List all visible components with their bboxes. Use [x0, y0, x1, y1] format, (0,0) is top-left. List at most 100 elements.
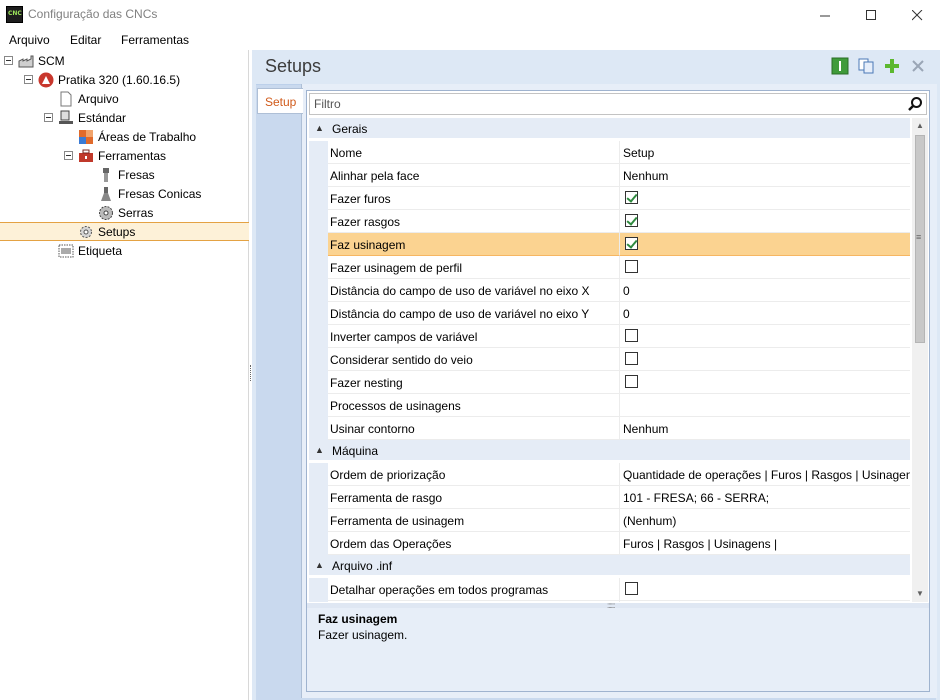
scroll-down-icon[interactable]: ▼: [912, 586, 928, 602]
filter-input[interactable]: [310, 94, 900, 114]
tree-item-areas-de-trabalho[interactable]: Áreas de Trabalho: [0, 127, 249, 146]
category-label: Máquina: [332, 444, 379, 458]
description-panel: Faz usinagem Fazer usinagem.: [307, 608, 929, 691]
checkbox-checked[interactable]: [625, 237, 638, 250]
property-row[interactable]: Processos de usinagens: [309, 394, 910, 417]
checkbox-unchecked[interactable]: [625, 260, 638, 273]
property-value[interactable]: 101 - FRESA; 66 - SERRA;: [620, 486, 910, 509]
property-row[interactable]: Distância do campo de uso de variável no…: [309, 302, 910, 325]
row-gutter: [309, 325, 328, 348]
property-value[interactable]: [620, 325, 910, 348]
property-row[interactable]: Ordem das Operações Furos | Rasgos | Usin…: [309, 532, 910, 555]
property-row[interactable]: Distância do campo de uso de variável no…: [309, 279, 910, 302]
row-gutter: [309, 210, 328, 233]
collapse-arrow-icon[interactable]: ▲: [315, 560, 325, 570]
property-value[interactable]: Nenhum: [620, 417, 910, 440]
menu-bar: Arquivo Editar Ferramentas: [0, 30, 940, 50]
collapse-arrow-icon[interactable]: ▲: [315, 445, 325, 455]
property-value[interactable]: [620, 578, 910, 601]
menu-ferramentas[interactable]: Ferramentas: [121, 33, 189, 47]
property-value[interactable]: [620, 348, 910, 371]
minimize-icon: [819, 15, 830, 16]
tree-item-arquivo[interactable]: Arquivo: [0, 89, 249, 108]
collapse-toggle[interactable]: [24, 75, 33, 84]
property-value[interactable]: [620, 601, 910, 602]
property-value[interactable]: [620, 233, 910, 256]
tab-setup[interactable]: Setup: [257, 88, 303, 114]
splitter-grip[interactable]: [250, 365, 251, 381]
category-label: Arquivo .inf: [332, 559, 393, 573]
property-row[interactable]: Usinar contorno Nenhum: [309, 417, 910, 440]
property-value[interactable]: [620, 187, 910, 210]
tree-item-fresas-conicas[interactable]: Fresas Conicas: [0, 184, 249, 203]
property-row[interactable]: Detalhar operações em todos programas: [309, 578, 910, 601]
property-value[interactable]: 0: [620, 302, 910, 325]
property-row[interactable]: Faz usinagem: [309, 233, 910, 256]
row-gutter: [309, 141, 328, 164]
property-value[interactable]: Nenhum: [620, 164, 910, 187]
property-row[interactable]: Fazer usinagem de perfil: [309, 256, 910, 279]
property-value[interactable]: [620, 256, 910, 279]
property-row[interactable]: Fazer furos: [309, 187, 910, 210]
scroll-up-icon[interactable]: ▲: [912, 118, 928, 134]
property-value[interactable]: 0: [620, 279, 910, 302]
tree-item-etiqueta[interactable]: Etiqueta: [0, 241, 249, 260]
search-icon[interactable]: [907, 96, 923, 112]
property-name: Fazer nesting: [328, 371, 620, 394]
property-row[interactable]: Nome Setup: [309, 141, 910, 164]
tree-item-setups[interactable]: Setups: [0, 222, 249, 241]
collapse-toggle[interactable]: [44, 113, 53, 122]
property-row[interactable]: Inverter campos de variável: [309, 325, 910, 348]
tree-item-estandar[interactable]: Estándar: [0, 108, 249, 127]
category-header[interactable]: ▲ Gerais: [309, 118, 910, 139]
tree-item-fresas[interactable]: Fresas: [0, 165, 249, 184]
category-header[interactable]: ▲ Máquina: [309, 440, 910, 461]
property-row[interactable]: Ferramenta de usinagem (Nenhum): [309, 509, 910, 532]
row-gutter: [309, 371, 328, 394]
checkbox-checked[interactable]: [625, 214, 638, 227]
tree-item-pratika[interactable]: Pratika 320 (1.60.16.5): [0, 70, 249, 89]
checkbox-unchecked[interactable]: [625, 352, 638, 365]
property-name: Detalhar operações em todos programas: [328, 578, 620, 601]
checkbox-unchecked[interactable]: [625, 329, 638, 342]
property-row[interactable]: Considerar sentido do veio: [309, 348, 910, 371]
property-row[interactable]: Ordem de priorização Quantidade de operaç…: [309, 463, 910, 486]
scroll-thumb[interactable]: [915, 135, 925, 343]
copy-icon[interactable]: [857, 57, 875, 75]
collapse-toggle[interactable]: [4, 56, 13, 65]
collapse-arrow-icon[interactable]: ▲: [315, 123, 325, 133]
property-row[interactable]: Fazer nesting: [309, 371, 910, 394]
property-value[interactable]: Furos | Rasgos | Usinagens |: [620, 532, 910, 555]
tree-item-serras[interactable]: Serras: [0, 203, 249, 222]
delete-icon[interactable]: [909, 57, 927, 75]
property-value[interactable]: [620, 394, 910, 417]
property-value[interactable]: (Nenhum): [620, 509, 910, 532]
add-icon[interactable]: [883, 57, 901, 75]
row-gutter: [309, 233, 328, 256]
collapse-toggle[interactable]: [64, 151, 73, 160]
checkbox-unchecked[interactable]: [625, 582, 638, 595]
property-value[interactable]: [620, 210, 910, 233]
checkbox-checked[interactable]: [625, 191, 638, 204]
minimize-button[interactable]: [802, 0, 848, 30]
property-row[interactable]: Alinhar pela face Nenhum: [309, 164, 910, 187]
row-gutter: [309, 164, 328, 187]
info-icon[interactable]: [831, 57, 849, 75]
toolbox-icon: [79, 149, 93, 162]
row-gutter: [309, 348, 328, 371]
checkbox-unchecked[interactable]: [625, 375, 638, 388]
menu-editar[interactable]: Editar: [70, 33, 101, 47]
maximize-button[interactable]: [848, 0, 894, 30]
property-name: Considerar sentido do veio: [328, 348, 620, 371]
property-value[interactable]: Setup: [620, 141, 910, 164]
menu-arquivo[interactable]: Arquivo: [9, 33, 50, 47]
property-row[interactable]: Ferramenta de rasgo 101 - FRESA; 66 - SER…: [309, 486, 910, 509]
category-header[interactable]: ▲ Arquivo .inf: [309, 555, 910, 576]
close-button[interactable]: [894, 0, 940, 30]
tree-item-scm[interactable]: SCM: [0, 51, 249, 70]
property-value[interactable]: [620, 371, 910, 394]
tree-item-ferramentas[interactable]: Ferramentas: [0, 146, 249, 165]
grid-scrollbar[interactable]: ▲ ▼: [912, 118, 928, 602]
property-value[interactable]: Quantidade de operações | Furos | Rasgos…: [620, 463, 910, 486]
property-row[interactable]: Fazer rasgos: [309, 210, 910, 233]
